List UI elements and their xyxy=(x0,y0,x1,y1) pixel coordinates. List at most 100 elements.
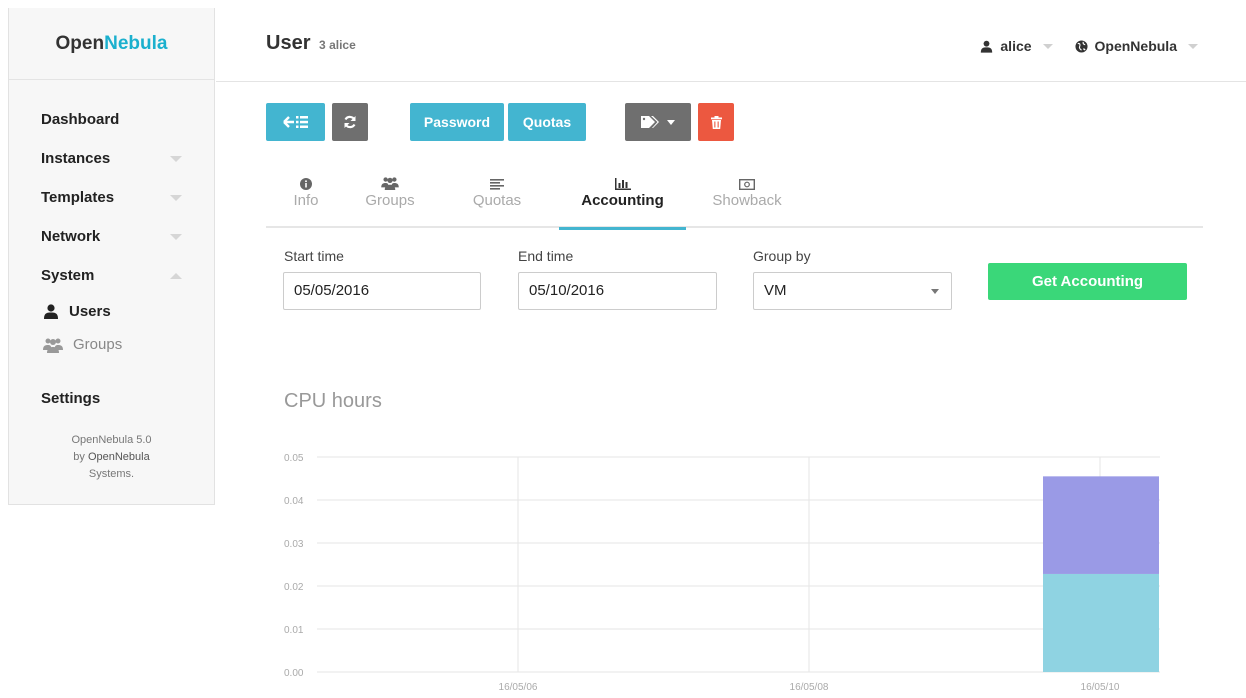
tab-accounting[interactable]: Accounting xyxy=(559,172,686,230)
tab-quotas[interactable]: Quotas xyxy=(464,172,530,228)
y-tick-label: 0.04 xyxy=(284,496,304,507)
tab-label: Quotas xyxy=(472,192,522,209)
footer-by-text: by xyxy=(73,451,85,463)
x-tick-label: 16/05/08 xyxy=(790,682,829,693)
start-time-value: 05/05/2016 xyxy=(294,282,370,299)
password-button-label: Password xyxy=(423,114,491,130)
user-id: 3 xyxy=(319,38,326,52)
bar-segment-2 xyxy=(1043,476,1159,574)
sidebar-item-label: Instances xyxy=(41,150,111,167)
tags-icon xyxy=(641,116,659,128)
sidebar-item-label: Groups xyxy=(73,336,123,353)
end-time-value: 05/10/2016 xyxy=(529,282,605,299)
group-by-value: VM xyxy=(764,282,787,299)
password-button[interactable]: Password xyxy=(410,103,504,141)
sidebar-item-label: Users xyxy=(69,303,111,320)
header: User 3 alice alice OpenNebula xyxy=(216,8,1246,82)
version-text: OpenNebula 5.0 xyxy=(71,434,152,446)
users-icon xyxy=(43,338,63,353)
chevron-down-icon xyxy=(1042,43,1053,49)
logo-text: Open xyxy=(55,32,105,54)
start-time-input[interactable]: 05/05/2016 xyxy=(283,272,481,310)
info-icon xyxy=(300,178,312,190)
back-to-list-icon xyxy=(282,116,308,128)
sidebar-item-label: Settings xyxy=(41,390,101,407)
page-title: User 3 alice xyxy=(266,32,356,55)
chevron-down-icon xyxy=(170,233,182,240)
page-subtitle: 3 alice xyxy=(319,38,356,52)
user-menu-label: alice xyxy=(1000,38,1032,54)
caret-down-icon xyxy=(667,119,675,125)
start-time-label: Start time xyxy=(284,248,344,264)
logo-accent-text: Nebula xyxy=(104,32,168,54)
user-icon xyxy=(44,304,58,319)
header-menus: alice OpenNebula xyxy=(980,38,1198,54)
group-by-select[interactable]: VM xyxy=(753,272,952,310)
sidebar: Open Nebula Dashboard Instances Templates… xyxy=(8,8,215,505)
tab-label: Groups xyxy=(365,192,415,209)
trash-icon xyxy=(710,115,722,129)
sidebar-item-dashboard[interactable]: Dashboard xyxy=(9,100,214,139)
end-time-label: End time xyxy=(518,248,574,264)
chart-title: CPU hours xyxy=(284,390,382,412)
bar-chart-icon xyxy=(614,178,631,190)
sidebar-item-network[interactable]: Network xyxy=(9,217,214,256)
sidebar-item-users[interactable]: Users xyxy=(9,295,214,328)
page-title-text: User xyxy=(266,32,311,54)
zone-menu[interactable]: OpenNebula xyxy=(1074,38,1198,54)
logo[interactable]: Open Nebula xyxy=(9,8,214,80)
align-left-icon xyxy=(490,179,504,190)
zone-menu-label: OpenNebula xyxy=(1094,38,1177,54)
y-tick-label: 0.03 xyxy=(284,539,304,550)
sidebar-item-templates[interactable]: Templates xyxy=(9,178,214,217)
get-accounting-label: Get Accounting xyxy=(1031,273,1144,290)
quotas-button[interactable]: Quotas xyxy=(508,103,586,141)
users-icon xyxy=(381,177,399,190)
toolbar: Password Quotas xyxy=(266,103,734,141)
tab-groups[interactable]: Groups xyxy=(354,172,426,228)
footer-company-link[interactable]: OpenNebula xyxy=(88,451,150,463)
sidebar-item-system[interactable]: System xyxy=(9,256,214,295)
quotas-button-label: Quotas xyxy=(522,114,572,130)
tab-label: Info xyxy=(293,192,319,209)
x-tick-label: 16/05/06 xyxy=(499,682,538,693)
money-icon xyxy=(739,179,755,190)
footer-suffix-text: Systems. xyxy=(88,468,135,480)
sidebar-item-label: Network xyxy=(41,228,101,245)
labels-dropdown-button[interactable] xyxy=(625,103,691,141)
refresh-icon xyxy=(344,115,356,129)
x-tick-label: 16/05/10 xyxy=(1081,682,1120,693)
refresh-button[interactable] xyxy=(332,103,368,141)
chevron-down-icon xyxy=(931,289,939,294)
tab-showback[interactable]: Showback xyxy=(703,172,791,228)
chevron-down-icon xyxy=(1188,43,1198,49)
y-tick-label: 0.01 xyxy=(284,625,304,636)
get-accounting-button[interactable]: Get Accounting xyxy=(988,263,1187,300)
bar-segment-1 xyxy=(1043,573,1159,672)
tab-label: Accounting xyxy=(581,192,664,209)
sidebar-item-settings[interactable]: Settings xyxy=(9,379,214,418)
y-tick-label: 0.05 xyxy=(284,453,304,464)
footer-byline: by OpenNebula xyxy=(9,449,214,466)
sidebar-item-label: Templates xyxy=(41,189,115,206)
user-menu[interactable]: alice xyxy=(980,38,1053,54)
sidebar-item-label: System xyxy=(41,267,95,284)
tab-bar: Info Groups Quotas Accounting Showback xyxy=(266,172,1203,230)
group-by-label: Group by xyxy=(753,248,811,264)
user-name: alice xyxy=(329,38,356,52)
sidebar-menu: Dashboard Instances Templates Network Sy… xyxy=(9,80,214,483)
globe-icon xyxy=(1074,39,1088,53)
y-tick-label: 0.02 xyxy=(284,582,304,593)
sidebar-item-groups[interactable]: Groups xyxy=(9,328,214,361)
chevron-down-icon xyxy=(170,155,182,162)
end-time-input[interactable]: 05/10/2016 xyxy=(518,272,717,310)
delete-button[interactable] xyxy=(698,103,734,141)
cpu-hours-chart: 0.00 0.01 0.02 0.03 0.04 0.05 16/05/06 16/05/08… xyxy=(284,453,1160,693)
back-to-list-button[interactable] xyxy=(266,103,325,141)
chevron-up-icon xyxy=(170,272,182,279)
tab-label: Showback xyxy=(712,192,782,209)
chevron-down-icon xyxy=(170,194,182,201)
sidebar-footer: OpenNebula 5.0 by OpenNebula Systems. xyxy=(9,432,214,483)
sidebar-item-instances[interactable]: Instances xyxy=(9,139,214,178)
tab-info[interactable]: Info xyxy=(276,172,336,228)
